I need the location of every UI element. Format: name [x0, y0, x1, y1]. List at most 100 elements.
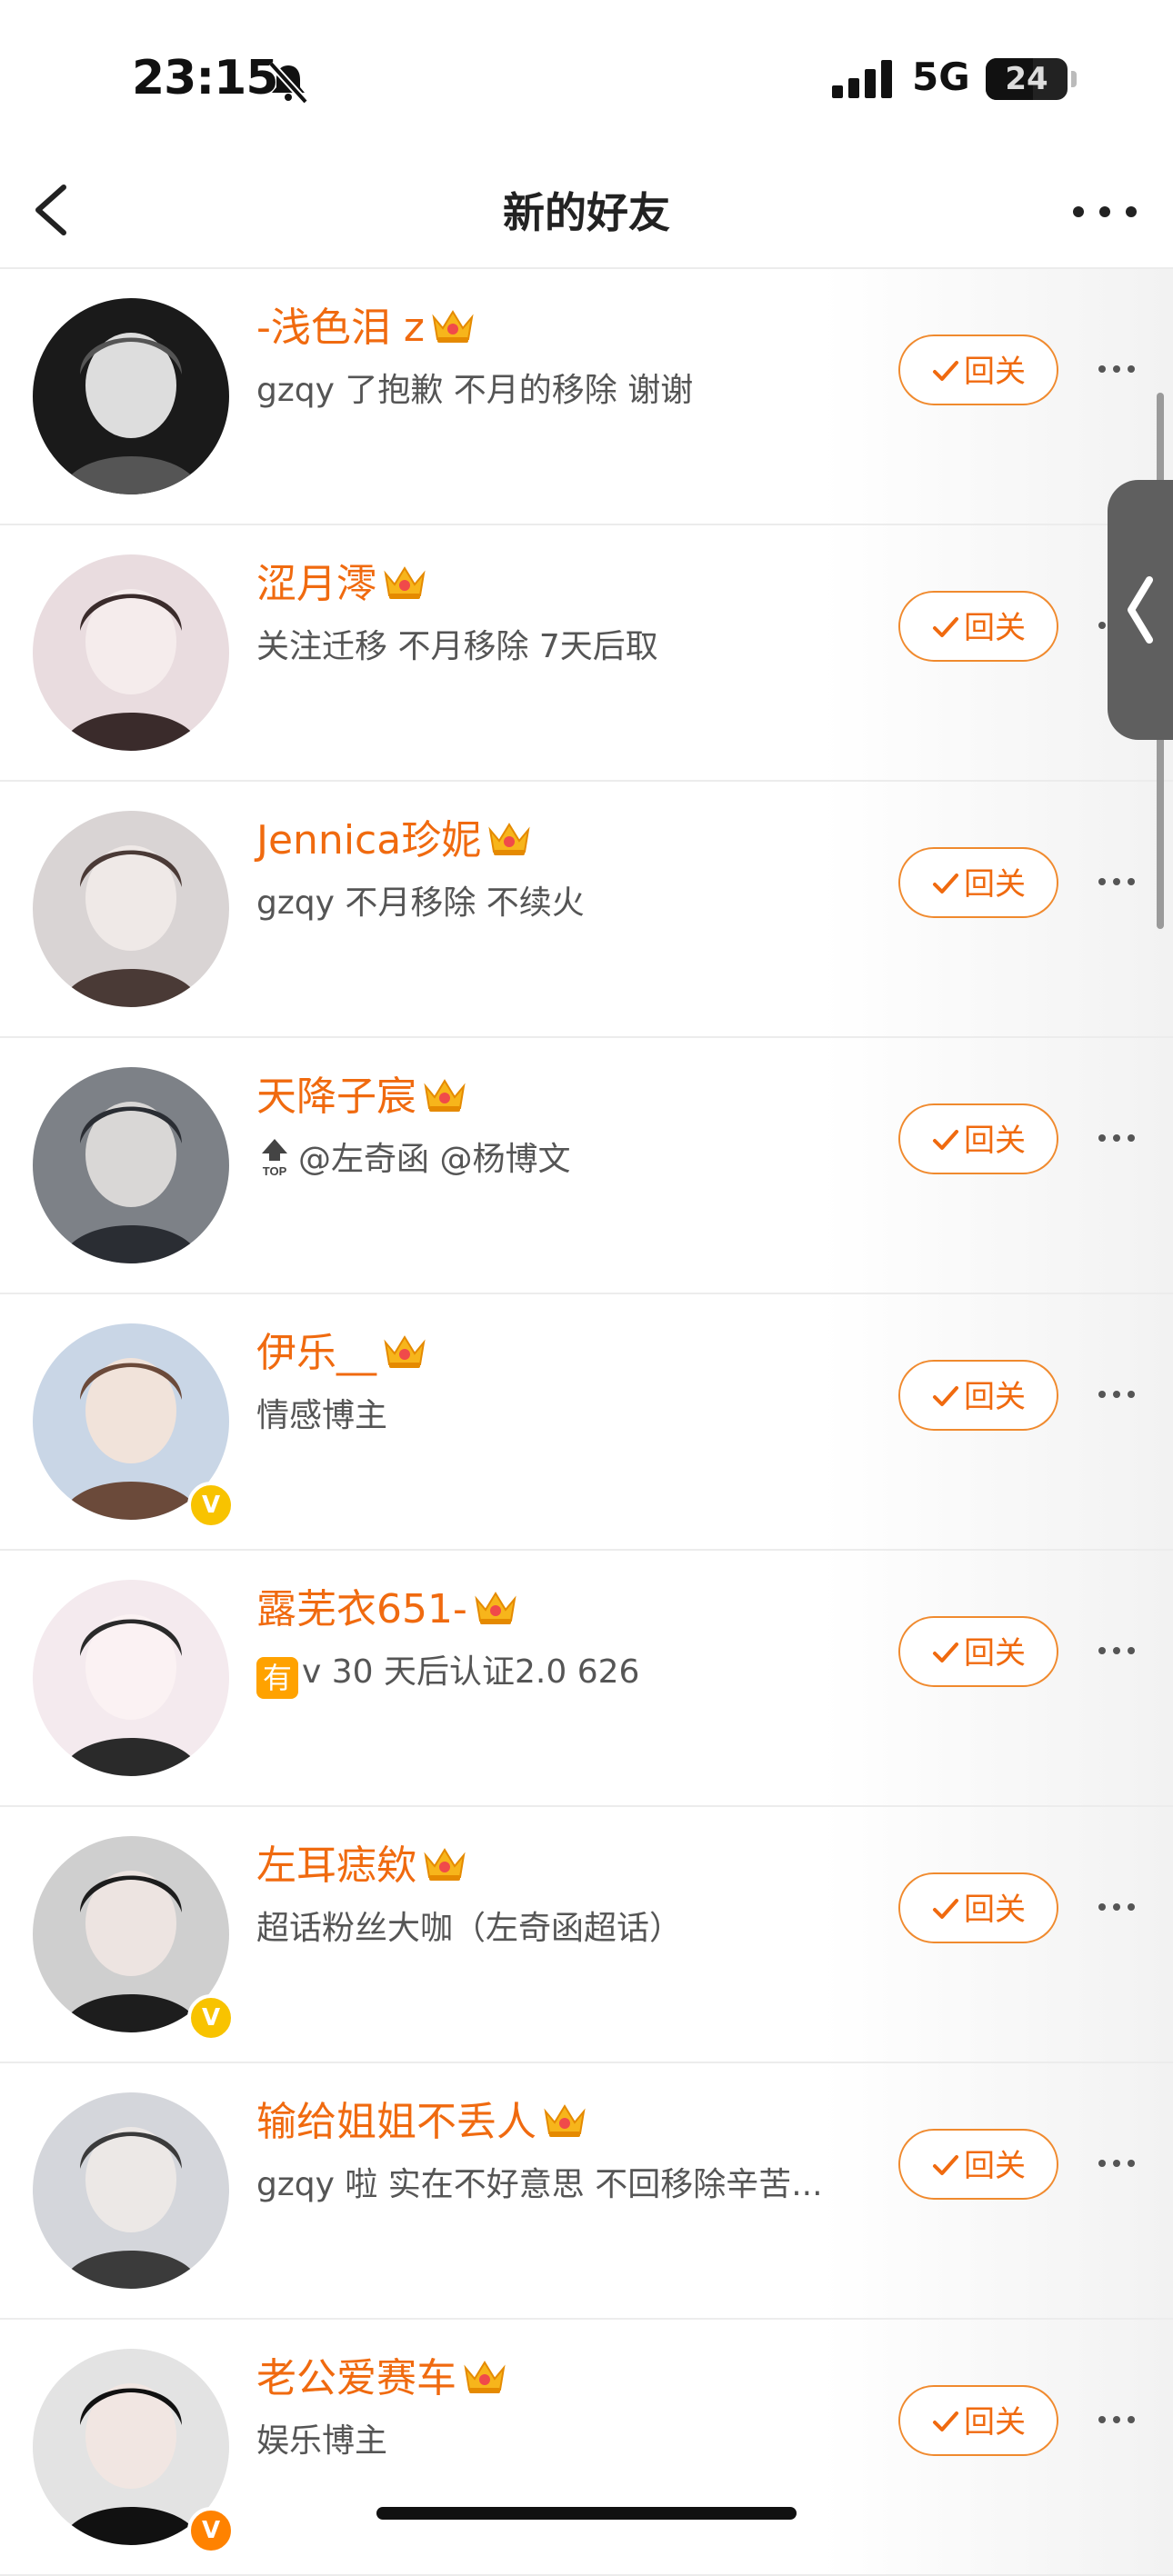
follow-back-label: 回关	[964, 354, 1026, 390]
crown-icon	[424, 1848, 466, 1881]
follow-back-button[interactable]: 回关	[898, 334, 1058, 405]
crown-icon	[432, 310, 474, 343]
crown-icon	[384, 566, 426, 599]
check-icon	[933, 1899, 958, 1919]
follow-back-label: 回关	[964, 2148, 1026, 2184]
check-icon	[933, 874, 958, 894]
friend-name[interactable]: 露芜衣651-	[256, 1576, 520, 1634]
battery-nub	[1071, 71, 1077, 87]
avatar[interactable]	[33, 1067, 229, 1263]
friend-description-text: 情感博主	[256, 1397, 388, 1434]
follow-back-label: 回关	[964, 866, 1026, 903]
verified-badge-icon: V	[187, 1482, 235, 1529]
bell-muted-icon	[268, 61, 308, 105]
chevron-left-icon	[1128, 576, 1153, 644]
friend-description-text: 娱乐博主	[256, 2422, 388, 2460]
follow-back-label: 回关	[964, 2404, 1026, 2441]
follow-back-button[interactable]: 回关	[898, 1360, 1058, 1431]
follow-back-label: 回关	[964, 1892, 1026, 1928]
friend-row[interactable]: -浅色泪 z gzqy 了抱歉 不月的移除 谢谢 回关	[0, 269, 1173, 525]
friend-name-text: 天降子宸	[256, 1073, 416, 1120]
home-indicator[interactable]	[376, 2507, 797, 2520]
friend-description: gzqy 啦 实在不好意思 不回移除辛苦...	[256, 2158, 823, 2205]
status-bar: 23:15 5G 24	[0, 0, 1173, 155]
friend-list: -浅色泪 z gzqy 了抱歉 不月的移除 谢谢 回关 涩月澪 关注迁移 不月移除 7天…	[0, 269, 1173, 2576]
crown-icon	[384, 1335, 426, 1368]
friend-name-text: 输给姐姐不丢人	[256, 2099, 536, 2145]
follow-back-label: 回关	[964, 1635, 1026, 1672]
friend-name-text: 露芜衣651-	[256, 1586, 467, 1632]
friend-description-text: @左奇函 @杨博文	[298, 1141, 571, 1178]
row-more-icon[interactable]	[1097, 1385, 1137, 1403]
crown-icon	[488, 823, 530, 855]
side-drawer-handle[interactable]	[1108, 480, 1173, 740]
friend-row[interactable]: 涩月澪关注迁移 不月移除 7天后取 回关	[0, 525, 1173, 782]
friend-row[interactable]: 输给姐姐不丢人 gzqy 啦 实在不好意思 不回移除辛苦... 回关	[0, 2063, 1173, 2320]
crown-icon	[424, 1079, 466, 1112]
friend-row[interactable]: V 老公爱赛车娱乐博主 回关	[0, 2320, 1173, 2576]
verified-badge-icon: V	[187, 2507, 235, 2554]
signal-icon	[832, 60, 892, 98]
battery-icon: 24	[986, 58, 1068, 100]
friend-name-text: 涩月澪	[256, 561, 376, 607]
avatar[interactable]	[33, 554, 229, 751]
follow-back-button[interactable]: 回关	[898, 2129, 1058, 2200]
friend-name-text: Jennica珍妮	[256, 817, 482, 864]
check-icon	[933, 2411, 958, 2431]
friend-row[interactable]: 露芜衣651- 有 v 30 天后认证2.0 626 回关	[0, 1551, 1173, 1807]
friend-description-text: v 30 天后认证2.0 626	[302, 1653, 640, 1691]
top-icon: TOP	[262, 1139, 287, 1177]
follow-back-button[interactable]: 回关	[898, 1103, 1058, 1174]
status-time: 23:15	[132, 51, 279, 105]
friend-name-text: -浅色泪 z	[256, 305, 425, 351]
nav-bar: 新的好友	[0, 155, 1173, 269]
check-icon	[933, 2155, 958, 2175]
friend-description: 娱乐博主	[256, 2414, 387, 2461]
follow-back-button[interactable]: 回关	[898, 1616, 1058, 1687]
friend-name[interactable]: 涩月澪	[256, 551, 429, 609]
friend-name[interactable]: 输给姐姐不丢人	[256, 2089, 589, 2147]
svg-text:TOP: TOP	[263, 1164, 287, 1177]
friend-description: TOP @左奇函 @杨博文	[256, 1133, 570, 1180]
follow-back-button[interactable]: 回关	[898, 1872, 1058, 1943]
crown-icon	[464, 2361, 506, 2393]
friend-name[interactable]: 伊乐__	[256, 1320, 429, 1378]
friend-description-text: gzqy 啦 实在不好意思 不回移除辛苦...	[256, 2166, 823, 2203]
friend-description: gzqy 了抱歉 不月的移除 谢谢	[256, 364, 693, 411]
friend-name[interactable]: 天降子宸	[256, 1063, 469, 1122]
check-icon	[933, 1130, 958, 1150]
friend-description: 关注迁移 不月移除 7天后取	[256, 620, 658, 667]
follow-back-button[interactable]: 回关	[898, 847, 1058, 918]
row-more-icon[interactable]	[1097, 1898, 1137, 1916]
row-more-icon[interactable]	[1097, 360, 1137, 378]
friend-name[interactable]: -浅色泪 z	[256, 295, 477, 353]
row-more-icon[interactable]	[1097, 873, 1137, 891]
avatar[interactable]	[33, 298, 229, 494]
friend-name[interactable]: Jennica珍妮	[256, 807, 534, 865]
friend-row[interactable]: 天降子宸 TOP @左奇函 @杨博文 回关	[0, 1038, 1173, 1294]
friend-row[interactable]: V 左耳痣欸超话粉丝大咖（左奇函超话） 回关	[0, 1807, 1173, 2063]
row-more-icon[interactable]	[1097, 2411, 1137, 2429]
verified-badge-icon: V	[187, 1994, 235, 2042]
check-icon	[933, 617, 958, 637]
friend-description: 有v 30 天后认证2.0 626	[256, 1645, 639, 1699]
friend-description-text: gzqy 不月移除 不续火	[256, 884, 585, 922]
row-more-icon[interactable]	[1097, 2154, 1137, 2172]
friend-description: 情感博主	[256, 1389, 387, 1436]
battery-level: 24	[1005, 61, 1048, 97]
avatar[interactable]	[33, 2092, 229, 2289]
row-more-icon[interactable]	[1097, 1129, 1137, 1147]
row-more-icon[interactable]	[1097, 1642, 1137, 1660]
friend-row[interactable]: V 伊乐__ 情感博主 回关	[0, 1294, 1173, 1551]
friend-name[interactable]: 老公爱赛车	[256, 2345, 509, 2403]
friend-row[interactable]: Jennica珍妮 gzqy 不月移除 不续火 回关	[0, 782, 1173, 1038]
avatar[interactable]	[33, 811, 229, 1007]
follow-back-button[interactable]: 回关	[898, 2385, 1058, 2456]
friend-name[interactable]: 左耳痣欸	[256, 1832, 469, 1891]
follow-back-label: 回关	[964, 610, 1026, 646]
avatar[interactable]	[33, 1580, 229, 1776]
page-title: 新的好友	[503, 188, 670, 237]
friend-description: 超话粉丝大咖（左奇函超话）	[256, 1902, 682, 1949]
follow-back-button[interactable]: 回关	[898, 591, 1058, 662]
more-options-icon[interactable]	[1064, 180, 1146, 244]
